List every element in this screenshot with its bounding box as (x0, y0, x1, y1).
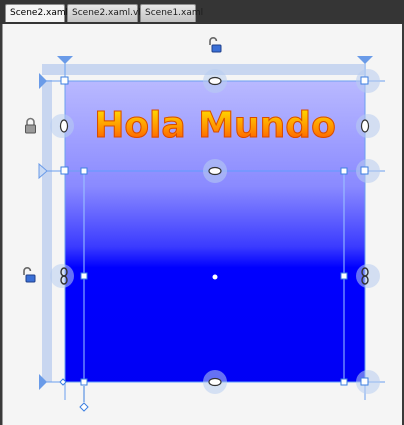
resize-handle[interactable] (360, 76, 369, 85)
resize-handle[interactable] (80, 378, 88, 386)
margin-link-handle[interactable] (208, 377, 222, 387)
resize-handle[interactable] (340, 378, 348, 386)
lock-closed-icon[interactable] (25, 117, 36, 134)
resize-handle[interactable] (340, 167, 348, 175)
lock-open-icon[interactable] (23, 267, 36, 283)
margin-link-handle[interactable] (208, 166, 222, 176)
resize-handle[interactable] (360, 166, 369, 175)
column-guide-marker[interactable] (57, 56, 73, 64)
resize-handle[interactable] (340, 272, 348, 280)
anchor-diamond[interactable] (79, 402, 89, 412)
resize-handle[interactable] (80, 272, 88, 280)
resize-handle[interactable] (60, 166, 69, 175)
artboard-overlay (23, 37, 385, 412)
center-point[interactable] (212, 274, 218, 280)
column-guide-marker[interactable] (357, 56, 373, 64)
lock-open-icon[interactable] (209, 37, 222, 53)
resize-handle[interactable] (60, 76, 69, 85)
column-ruler-bar[interactable] (42, 64, 364, 75)
margin-link-handle[interactable] (208, 76, 222, 86)
hola-mundo-textblock[interactable]: Hola Mundo (66, 104, 364, 148)
resize-handle[interactable] (360, 377, 369, 386)
resize-handle[interactable] (80, 167, 88, 175)
